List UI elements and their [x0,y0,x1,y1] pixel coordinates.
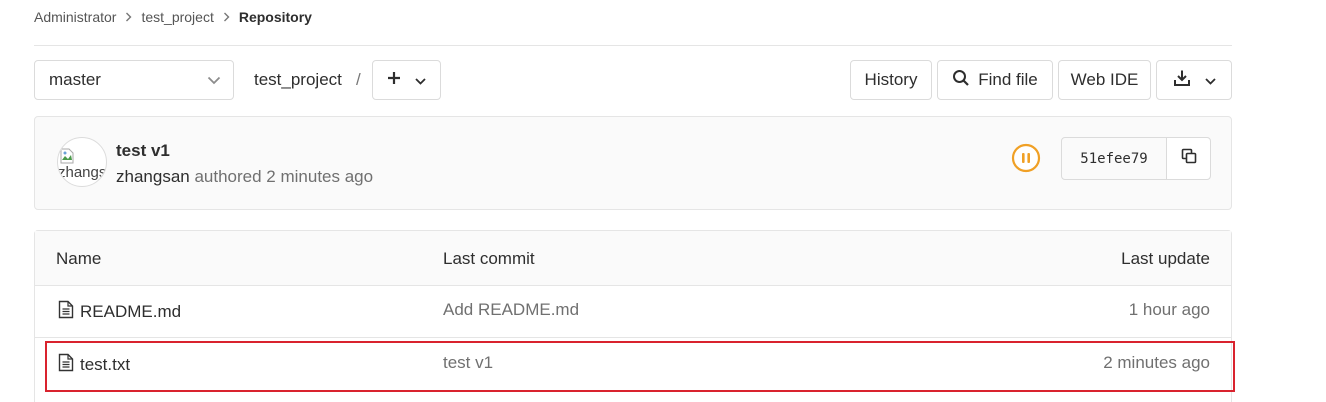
project-path-link[interactable]: test_project [254,60,342,100]
web-ide-button[interactable]: Web IDE [1058,60,1151,100]
path-separator: / [356,70,361,89]
table-row-commit[interactable]: Add README.md [443,300,579,320]
avatar[interactable]: zhangsan [57,137,107,187]
commit-sha[interactable]: 51efee79 [1062,138,1167,179]
history-button[interactable]: History [850,60,932,100]
chevron-right-icon [223,12,230,22]
row-divider [35,337,1231,338]
search-icon [952,69,970,92]
commit-sha-group: 51efee79 [1061,137,1211,180]
last-commit-panel [34,116,1232,210]
file-icon [58,300,74,324]
breadcrumb-current[interactable]: Repository [239,9,312,25]
copy-icon [1181,148,1197,169]
download-icon [1173,69,1191,92]
avatar-alt-text: zhangsan [58,164,107,181]
branch-name: master [49,70,101,89]
download-dropdown-button[interactable] [1156,60,1232,100]
plus-icon [387,70,401,90]
commit-title[interactable]: test v1 [116,141,170,161]
highlighted-row-outline [45,341,1235,392]
table-row-date: 1 hour ago [1128,300,1210,319]
commit-author-link[interactable]: zhangsan [116,167,190,186]
commit-meta: zhangsan authored 2 minutes ago [116,167,373,187]
find-file-label: Find file [978,70,1038,89]
commit-authored-text: authored 2 minutes ago [194,167,374,186]
chevron-down-icon [207,70,221,90]
breadcrumb-item-project[interactable]: test_project [141,9,213,25]
column-header-last-commit: Last commit [443,249,535,268]
column-header-last-update: Last update [1121,249,1210,268]
table-row-name[interactable]: README.md [58,300,181,324]
copy-sha-button[interactable] [1167,138,1210,179]
branch-selector[interactable]: master [34,60,234,100]
divider [34,45,1232,46]
add-file-dropdown-button[interactable] [372,60,441,100]
chevron-down-icon [415,70,426,90]
breadcrumb: Administrator test_project Repository [34,6,312,28]
pipeline-paused-icon[interactable] [1011,143,1041,173]
find-file-button[interactable]: Find file [937,60,1053,100]
chevron-down-icon [1204,70,1216,90]
breadcrumb-item-administrator[interactable]: Administrator [34,9,116,25]
column-header-name: Name [56,249,102,268]
file-name: README.md [80,302,182,321]
chevron-right-icon [125,12,132,22]
